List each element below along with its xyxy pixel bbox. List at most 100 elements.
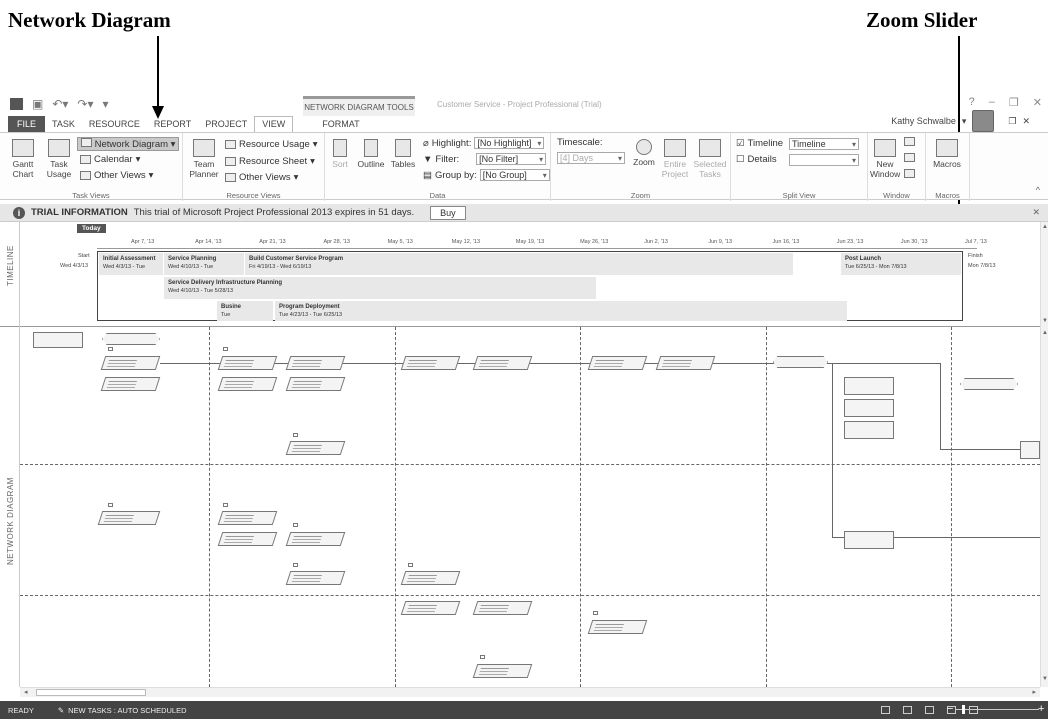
team-planner-button[interactable]: Team Planner <box>187 139 221 179</box>
timeline-task[interactable]: Busine Tue <box>217 301 273 321</box>
scroll-down-icon[interactable]: ▼ <box>1042 676 1048 682</box>
scroll-up-icon[interactable]: ▲ <box>1042 224 1048 230</box>
group-by-select[interactable]: [No Group] <box>479 169 550 181</box>
tab-view[interactable]: VIEW <box>254 116 294 132</box>
redo-icon[interactable]: ↷▾ <box>77 97 93 111</box>
network-node-task[interactable] <box>100 377 161 391</box>
tab-resource[interactable]: RESOURCE <box>82 116 147 132</box>
timeline-bar[interactable]: Initial Assessment Wed 4/3/13 - Tue Servi… <box>97 251 963 321</box>
network-node-task[interactable] <box>400 601 461 615</box>
tab-format[interactable]: FORMAT <box>315 116 366 132</box>
zoom-button[interactable]: Zoom <box>629 139 659 167</box>
collapse-ribbon-icon[interactable]: ^ <box>1036 185 1040 195</box>
outline-button[interactable]: Outline <box>355 139 387 169</box>
timeline-task[interactable]: Initial Assessment Wed 4/3/13 - Tue <box>99 253 163 275</box>
network-node-task[interactable] <box>472 664 533 678</box>
timeline-task[interactable]: Service Planning Wed 4/10/13 - Tue <box>164 253 244 275</box>
filter-select[interactable]: [No Filter] <box>476 153 547 165</box>
save-icon[interactable]: ▣ <box>32 97 43 111</box>
network-diagram-button[interactable]: Network Diagram ▾ <box>77 137 180 151</box>
network-node-task[interactable] <box>285 532 346 546</box>
tab-project[interactable]: PROJECT <box>198 116 254 132</box>
network-node-task[interactable] <box>285 571 346 585</box>
network-node-milestone[interactable] <box>773 356 828 368</box>
task-usage-button[interactable]: Task Usage <box>44 139 74 179</box>
gantt-view-icon[interactable] <box>881 706 890 714</box>
network-node-task[interactable] <box>217 532 278 546</box>
tab-task[interactable]: TASK <box>45 116 82 132</box>
network-node-task[interactable] <box>285 356 346 370</box>
zoom-in-icon[interactable]: + <box>1038 703 1044 715</box>
scroll-down-icon[interactable]: ▼ <box>1042 318 1048 324</box>
tables-button[interactable]: Tables <box>388 139 418 169</box>
resource-usage-button[interactable]: Resource Usage ▾ <box>225 139 318 150</box>
undo-icon[interactable]: ↶▾ <box>52 97 68 111</box>
vertical-scrollbar[interactable]: ▲ ▼ ▲ ▼ <box>1040 222 1048 687</box>
network-node-task[interactable] <box>844 377 894 395</box>
network-node-summary[interactable] <box>33 332 83 348</box>
network-diagram-pane[interactable]: NETWORK DIAGRAM <box>0 327 1040 687</box>
gantt-chart-button[interactable]: Gantt Chart <box>8 139 38 179</box>
network-node-task[interactable] <box>400 356 461 370</box>
network-node-task[interactable] <box>472 601 533 615</box>
collapse-toggle[interactable] <box>408 563 413 567</box>
highlight-select[interactable]: [No Highlight] <box>474 137 545 149</box>
network-node-milestone[interactable] <box>960 378 1018 390</box>
zoom-out-icon[interactable]: − <box>947 703 953 715</box>
close-icon[interactable]: ✕ <box>1032 207 1040 218</box>
restore-ribbon-icon[interactable]: ❐ <box>1008 116 1016 127</box>
network-node-task[interactable] <box>97 511 161 525</box>
network-node-task[interactable] <box>217 377 278 391</box>
resource-sheet-button[interactable]: Resource Sheet ▾ <box>225 156 315 167</box>
details-checkbox[interactable]: ☐ Details <box>736 154 777 165</box>
collapse-toggle[interactable] <box>108 503 113 507</box>
user-account[interactable]: Kathy Schwalbe ▾ ❐ ✕ <box>891 110 1030 132</box>
network-node-task[interactable] <box>285 377 346 391</box>
task-other-views-button[interactable]: Other Views ▾ <box>80 170 153 181</box>
collapse-toggle[interactable] <box>223 347 228 351</box>
horizontal-scrollbar[interactable]: ◂ ▸ <box>20 687 1040 697</box>
collapse-toggle[interactable] <box>293 433 298 437</box>
network-node-task[interactable] <box>844 531 894 549</box>
collapse-toggle[interactable] <box>480 655 485 659</box>
timescale-select[interactable]: [4] Days <box>557 152 625 164</box>
network-node-milestone[interactable] <box>102 333 160 345</box>
switch-windows-icon[interactable] <box>904 169 915 178</box>
timeline-task[interactable]: Build Customer Service Program Fri 4/19/1… <box>245 253 793 275</box>
sort-button[interactable]: Sort <box>327 139 353 169</box>
entire-project-button[interactable]: Entire Project <box>659 139 691 179</box>
report-view-icon[interactable] <box>969 706 978 714</box>
network-node-task[interactable] <box>285 441 346 455</box>
buy-button[interactable]: Buy <box>430 205 466 220</box>
network-node-task[interactable] <box>217 356 278 370</box>
network-view-icon[interactable] <box>925 706 934 714</box>
calendar-button[interactable]: Calendar ▾ <box>80 154 140 165</box>
network-node-task[interactable] <box>587 356 648 370</box>
minimize-icon[interactable]: – <box>989 96 995 109</box>
network-node-task[interactable] <box>1020 441 1040 459</box>
network-node-task[interactable] <box>844 421 894 439</box>
new-tasks-mode[interactable]: NEW TASKS : AUTO SCHEDULED <box>68 706 186 715</box>
close-icon[interactable]: ✕ <box>1033 96 1042 109</box>
scroll-up-icon[interactable]: ▲ <box>1042 330 1048 336</box>
timeline-task[interactable]: Program Deployment Tue 4/23/13 - Tue 6/25… <box>275 301 847 321</box>
details-select[interactable] <box>789 154 859 166</box>
zoom-slider[interactable] <box>955 709 1039 710</box>
network-node-task[interactable] <box>844 399 894 417</box>
horizontal-scroll-thumb[interactable] <box>36 689 146 696</box>
timeline-pane[interactable]: TIMELINE Today Apr 7, '13 Apr 14, '13 Apr … <box>0 222 1040 327</box>
collapse-toggle[interactable] <box>593 611 598 615</box>
network-node-task[interactable] <box>472 356 533 370</box>
network-node-task[interactable] <box>400 571 461 585</box>
timeline-task[interactable]: Post Launch Tue 6/25/13 - Mon 7/8/13 <box>841 253 961 275</box>
macros-button[interactable]: Macros <box>928 139 966 169</box>
zoom-slider-thumb[interactable] <box>962 705 965 714</box>
task-usage-view-icon[interactable] <box>903 706 912 714</box>
timeline-task[interactable]: Service Delivery Infrastructure Planning… <box>164 277 596 299</box>
new-window-button[interactable]: New Window <box>870 139 900 179</box>
tab-file[interactable]: FILE <box>8 116 46 132</box>
network-node-task[interactable] <box>217 511 278 525</box>
restore-icon[interactable]: ❐ <box>1009 96 1019 109</box>
network-node-task[interactable] <box>587 620 648 634</box>
collapse-toggle[interactable] <box>293 563 298 567</box>
